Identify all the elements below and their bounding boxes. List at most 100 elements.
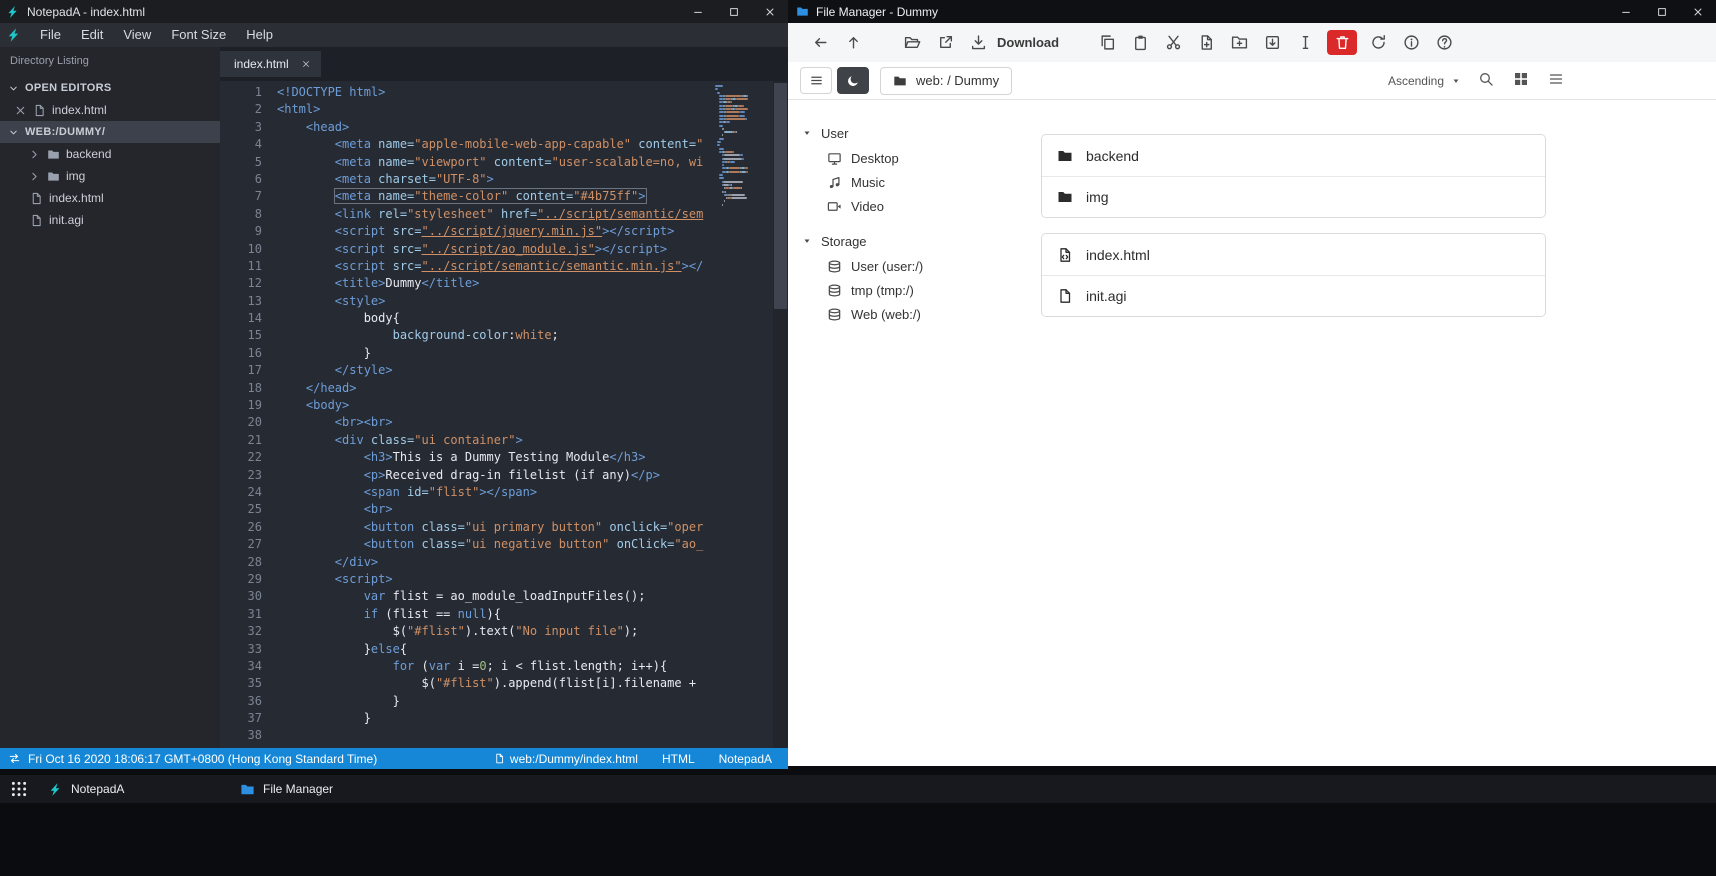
cut-button[interactable]	[1160, 29, 1187, 56]
code-line: <script>	[277, 571, 393, 586]
help-button[interactable]	[1431, 29, 1458, 56]
filemanager-close-button[interactable]	[1680, 0, 1716, 23]
notepada-maximize-button[interactable]	[716, 0, 752, 23]
sidebar-item-tmp-tmp[interactable]: tmp (tmp:/)	[802, 278, 1016, 302]
filemanager-titlebar: File Manager - Dummy	[788, 0, 1716, 23]
sort-dropdown[interactable]: Ascending	[1388, 74, 1461, 88]
filemanager-logo-icon	[240, 782, 255, 797]
up-button[interactable]	[840, 29, 867, 56]
import-button[interactable]	[1259, 29, 1286, 56]
info-button[interactable]	[1398, 29, 1425, 56]
file-row-init-agi[interactable]: init.agi	[1042, 275, 1545, 316]
code-line: <meta charset="UTF-8">	[277, 171, 494, 186]
file-row-index-html[interactable]: index.html	[1042, 234, 1545, 275]
grid-view-icon	[1513, 71, 1529, 87]
new-file-button[interactable]	[1193, 29, 1220, 56]
delete-button[interactable]	[1327, 30, 1358, 55]
tree-item-index-html[interactable]: index.html	[0, 187, 220, 209]
tree-item-open-editors[interactable]: OPEN EDITORS	[0, 77, 220, 99]
line-number: 13	[247, 293, 262, 308]
line-number: 29	[247, 571, 262, 586]
rename-button[interactable]	[1292, 29, 1319, 56]
list-view-button[interactable]	[1546, 71, 1566, 91]
open-external-button[interactable]	[932, 29, 959, 56]
line-number: 14	[247, 311, 262, 326]
close-icon[interactable]	[14, 104, 27, 117]
minimap[interactable]	[715, 85, 772, 748]
caret-down-icon	[802, 128, 812, 138]
sidebar-title: Directory Listing	[10, 55, 89, 67]
menu-edit[interactable]: Edit	[71, 23, 113, 47]
menu-toggle-button[interactable]	[800, 67, 832, 94]
code-line: $("#flist").text("No input file");	[277, 624, 639, 639]
filemanager-maximize-button[interactable]	[1644, 0, 1680, 23]
back-button[interactable]	[807, 29, 834, 56]
download-label[interactable]: Download	[997, 35, 1059, 50]
scrollbar-thumb[interactable]	[774, 83, 787, 309]
menu-view[interactable]: View	[113, 23, 161, 47]
download-button[interactable]	[965, 29, 992, 56]
line-number: 20	[247, 415, 262, 430]
line-number: 16	[247, 345, 262, 360]
tree-item-backend[interactable]: backend	[0, 143, 220, 165]
line-number: 27	[247, 537, 262, 552]
line-number: 24	[247, 484, 262, 499]
sidebar-item-video[interactable]: Video	[802, 194, 1016, 218]
chevron-down-icon	[8, 127, 19, 138]
sidebar-item-web-web[interactable]: Web (web:/)	[802, 302, 1016, 326]
paste-button[interactable]	[1127, 29, 1154, 56]
code-line: <div class="ui container">	[277, 432, 523, 447]
taskbar-item-file-manager[interactable]: File Manager	[240, 775, 333, 803]
dark-mode-toggle[interactable]	[837, 67, 869, 94]
filemanager-window-controls	[1608, 0, 1716, 23]
apps-menu-button[interactable]	[10, 780, 28, 798]
notepada-minimize-button[interactable]	[680, 0, 716, 23]
notepada-close-button[interactable]	[752, 0, 788, 23]
tab-index-html[interactable]: index.html	[220, 51, 321, 77]
chevron-right-icon	[28, 148, 41, 161]
menu-help[interactable]: Help	[236, 23, 283, 47]
code-line: var flist = ao_module_loadInputFiles();	[363, 589, 646, 604]
line-number: 35	[247, 676, 262, 691]
tree-item-label: index.html	[49, 191, 104, 205]
tree-item-init-agi[interactable]: init.agi	[0, 209, 220, 231]
grid-view-button[interactable]	[1511, 71, 1531, 91]
folder-icon	[47, 148, 60, 161]
tree-item-img[interactable]: img	[0, 165, 220, 187]
filemanager-minimize-button[interactable]	[1608, 0, 1644, 23]
sidebar-section-user[interactable]: User	[802, 120, 1016, 146]
taskbar-item-notepada[interactable]: NotepadA	[48, 775, 124, 803]
video-icon	[827, 199, 842, 214]
code-editor[interactable]: 1 2 3 4 5 6 7 8 9 10 11 12 13 14 15 16 17 18 19 20 21 22 23 24 2…	[220, 81, 788, 748]
sidebar-item-music[interactable]: Music	[802, 170, 1016, 194]
sidebar-item-label: Music	[851, 174, 885, 190]
close-icon[interactable]	[301, 59, 311, 69]
new-folder-button[interactable]	[1226, 29, 1253, 56]
file-row-backend[interactable]: backend	[1042, 135, 1545, 176]
code-line: <br><br>	[277, 415, 393, 430]
refresh-button[interactable]	[1365, 29, 1392, 56]
tree-item-web-dummy[interactable]: WEB:/DUMMY/	[0, 121, 220, 143]
tree-item-index-html[interactable]: index.html	[0, 99, 220, 121]
file-row-img[interactable]: img	[1042, 176, 1545, 217]
code-line: <style>	[277, 293, 386, 308]
sidebar-section-storage[interactable]: Storage	[802, 228, 1016, 254]
code-line: <head>	[277, 119, 350, 134]
open-external-icon	[937, 34, 954, 51]
search-button[interactable]	[1476, 71, 1496, 91]
editor-scrollbar[interactable]	[773, 81, 788, 748]
menu-font-size[interactable]: Font Size	[161, 23, 236, 47]
sidebar-item-user-user[interactable]: User (user:/)	[802, 254, 1016, 278]
folder-open-button[interactable]	[899, 29, 926, 56]
editor-pane: index.html 1 2 3 4 5 6 7 8 9 10 11 12 13 14 15 16 17 18 19…	[220, 47, 788, 748]
code-line: <meta name="viewport" content="user-scal…	[277, 154, 704, 169]
line-number: 39	[220, 745, 262, 748]
breadcrumb[interactable]: web: / Dummy	[880, 66, 1013, 95]
sidebar-item-desktop[interactable]: Desktop	[802, 146, 1016, 170]
line-number: 6	[254, 171, 262, 186]
copy-button[interactable]	[1094, 29, 1121, 56]
menu-file[interactable]: File	[30, 23, 71, 47]
download-icon	[970, 34, 987, 51]
tree-item-label: index.html	[52, 103, 107, 117]
folder-icon	[1057, 148, 1073, 164]
